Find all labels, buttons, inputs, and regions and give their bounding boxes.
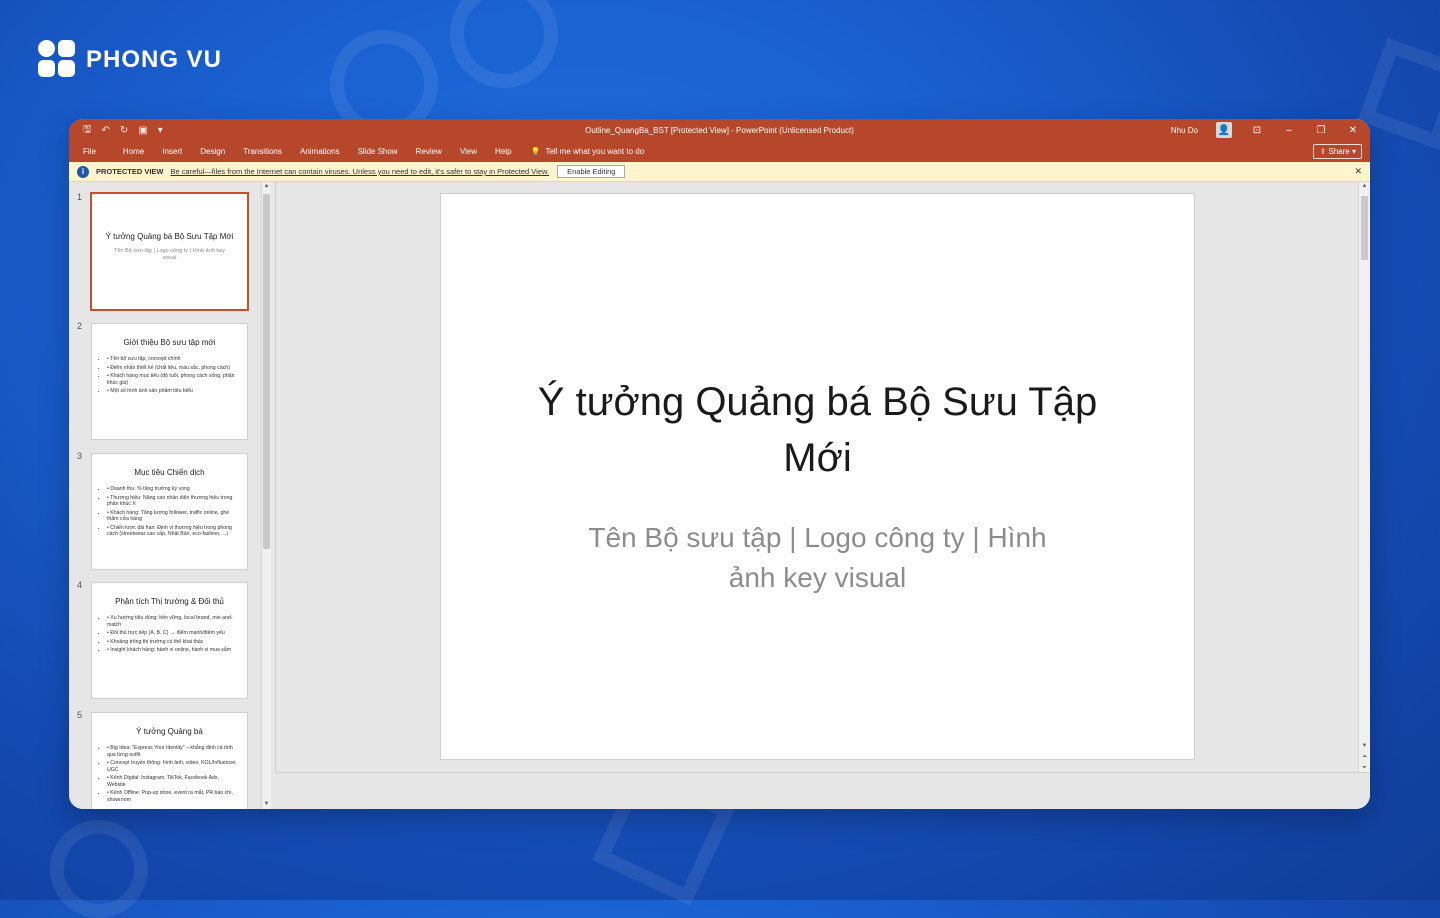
share-button[interactable]: ⇪ Share ▾ [1313, 144, 1362, 159]
scrollbar-thumb[interactable] [263, 194, 270, 549]
notes-pane[interactable] [275, 772, 1370, 809]
slide-title-line: Mới [783, 436, 852, 480]
slide-thumbnail-3[interactable]: Mục tiêu Chiến dịch • Doanh thu: % tăng … [92, 454, 247, 569]
redo-icon[interactable]: ↻ [120, 125, 128, 136]
ribbon-tabs: File Home Insert Design Transitions Anim… [69, 141, 1370, 162]
undo-icon[interactable]: ↶ [102, 125, 110, 136]
quick-access-toolbar: 🖫 ↶ ↻ ▣ ▾ [69, 122, 163, 139]
user-name[interactable]: Nhu Do [1171, 126, 1198, 135]
present-icon[interactable]: ▣ [138, 125, 147, 136]
slide-number: 5 [77, 710, 83, 720]
info-icon: i [77, 165, 89, 178]
thumbnail-bullet: • Khách hàng mục tiêu (độ tuổi, phong cá… [107, 373, 239, 386]
tab-animations[interactable]: Animations [291, 147, 349, 156]
powerpoint-window: 🖫 ↶ ↻ ▣ ▾ Outline_QuangBa_BST [Protected… [69, 119, 1370, 809]
avatar[interactable]: 👤 [1216, 122, 1232, 138]
slide-scrollbar[interactable]: ▲ ▼ ⏶ ⏷ [1358, 182, 1370, 773]
previous-slide-icon[interactable]: ⏶ [1360, 753, 1369, 762]
tell-me-label: Tell me what you want to do [545, 147, 645, 156]
slide-thumbnail-panel: 1 Ý tưởng Quảng bá Bộ Sưu Tập Mới Tên Bộ… [69, 182, 273, 809]
thumbnail-bullet: • Điểm nhấn thiết kế (chất liệu, màu sắc… [107, 365, 239, 372]
thumbnail-bullet: • Một số hình ảnh sản phẩm tiêu biểu [107, 388, 239, 395]
scroll-up-icon[interactable]: ▲ [262, 182, 271, 191]
scroll-up-icon[interactable]: ▲ [1360, 182, 1369, 191]
tab-review[interactable]: Review [407, 147, 451, 156]
tell-me-search[interactable]: 💡 Tell me what you want to do [520, 147, 644, 156]
tab-insert[interactable]: Insert [153, 147, 191, 156]
minimize-icon[interactable]: – [1282, 125, 1296, 136]
thumbnail-scrollbar[interactable]: ▲ ▼ [261, 182, 271, 809]
tab-transitions[interactable]: Transitions [234, 147, 291, 156]
slide-number: 4 [77, 580, 83, 590]
thumbnail-bullet: • Tên bộ sưu tập, concept chính [107, 356, 239, 363]
tab-design[interactable]: Design [191, 147, 234, 156]
thumbnail-bullet: • Big Idea: "Express Your Identity" – kh… [107, 745, 239, 758]
tab-home[interactable]: Home [114, 147, 153, 156]
slide-subtitle-line: Tên Bộ sưu tập | Logo công ty | Hình [588, 522, 1047, 553]
customize-toolbar-icon[interactable]: ▾ [158, 125, 163, 136]
current-slide[interactable]: Ý tưởng Quảng bá Bộ Sưu Tập Mới Tên Bộ s… [441, 194, 1194, 759]
thumbnail-bullet: • Insight khách hàng: hành vi online, hà… [107, 647, 239, 654]
brand-logo: PHONG VU [38, 40, 222, 80]
slide-title[interactable]: Ý tưởng Quảng bá Bộ Sưu Tập Mới [501, 374, 1134, 486]
tab-slide-show[interactable]: Slide Show [349, 147, 407, 156]
brand-name: PHONG VU [86, 46, 223, 73]
workspace: 1 Ý tưởng Quảng bá Bộ Sưu Tập Mới Tên Bộ… [69, 182, 1370, 809]
protected-view-label: PROTECTED VIEW [96, 167, 164, 176]
slide-number: 1 [77, 192, 83, 202]
thumbnail-title: Giới thiệu Bộ sưu tập mới [123, 338, 216, 347]
scrollbar-thumb[interactable] [1361, 196, 1368, 260]
thumbnail-title: Mục tiêu Chiến dịch [134, 468, 205, 477]
ribbon-display-options-icon[interactable]: ⊡ [1250, 125, 1264, 136]
close-icon[interactable]: ✕ [1354, 166, 1362, 177]
slide-subtitle-line: ảnh key visual [728, 562, 907, 593]
thumbnail-title: Ý tưởng Quảng bá [136, 727, 203, 736]
slide-title-line: Ý tưởng Quảng bá Bộ Sưu Tập [537, 380, 1098, 424]
thumbnail-bullet: • Doanh thu: % tăng trưởng kỳ vọng [107, 486, 239, 493]
background-shape [450, 0, 558, 88]
protected-view-bar: i PROTECTED VIEW Be careful—files from t… [69, 162, 1370, 182]
brand-mark-icon [38, 40, 78, 80]
scroll-down-icon[interactable]: ▼ [262, 800, 271, 809]
slide-thumbnail-4[interactable]: Phân tích Thị trường & Đối thủ • Xu hướn… [92, 583, 247, 698]
slide-subtitle[interactable]: Tên Bộ sưu tập | Logo công ty | Hình ảnh… [541, 518, 1094, 598]
tab-view[interactable]: View [451, 147, 486, 156]
thumbnail-title: Ý tưởng Quảng bá Bộ Sưu Tập Mới [105, 232, 234, 241]
close-icon[interactable]: ✕ [1346, 125, 1360, 136]
restore-icon[interactable]: ❐ [1314, 125, 1328, 136]
slide-number: 3 [77, 451, 83, 461]
enable-editing-button[interactable]: Enable Editing [557, 165, 626, 178]
background-shape [50, 820, 148, 918]
slide-thumbnail-1[interactable]: Ý tưởng Quảng bá Bộ Sưu Tập Mới Tên Bộ s… [92, 194, 247, 309]
slide-thumbnail-2[interactable]: Giới thiệu Bộ sưu tập mới • Tên bộ sưu t… [92, 324, 247, 439]
lightbulb-icon: 💡 [530, 147, 541, 156]
scroll-down-icon[interactable]: ▼ [1360, 742, 1369, 751]
thumbnail-bullet: • Khoảng trống thị trường có thể khai th… [107, 639, 239, 646]
thumbnail-title: Phân tích Thị trường & Đối thủ [115, 597, 224, 606]
thumbnail-bullet: • Khách hàng: Tăng lượng follower, traff… [107, 510, 239, 523]
thumbnail-bullet: • Chiến lược dài hạn: Định vị thương hiệ… [107, 525, 239, 538]
thumbnail-bullet: • Thương hiệu: Nâng cao nhận diện thương… [107, 495, 239, 508]
thumbnail-bullet: • Kênh Offline: Pop-up store, event ra m… [107, 790, 239, 803]
protected-view-message[interactable]: Be careful—files from the Internet can c… [171, 167, 550, 176]
thumbnail-bullet: • Concept truyền thông: hình ảnh, video,… [107, 760, 239, 773]
share-label: Share [1328, 147, 1350, 156]
slide-thumbnail-5[interactable]: Ý tưởng Quảng bá • Big Idea: "Express Yo… [92, 713, 247, 809]
thumbnail-subtitle: Tên Bộ sưu tập | Logo công ty | Hình ảnh… [114, 248, 225, 261]
tab-help[interactable]: Help [486, 147, 520, 156]
thumbnail-bullet: • Đối thủ trực tiếp (A, B, C) → điểm mạn… [107, 630, 239, 637]
slide-number: 2 [77, 321, 83, 331]
title-bar: 🖫 ↶ ↻ ▣ ▾ Outline_QuangBa_BST [Protected… [69, 119, 1370, 141]
slide-editor: Ý tưởng Quảng bá Bộ Sưu Tập Mới Tên Bộ s… [275, 182, 1358, 773]
thumbnail-bullet: • Xu hướng tiêu dùng: bền vững, local br… [107, 615, 239, 628]
tab-file[interactable]: File [69, 147, 114, 156]
thumbnail-bullet: • Kênh Digital: Instagram, TikTok, Faceb… [107, 775, 239, 788]
save-icon[interactable]: 🖫 [83, 122, 92, 139]
